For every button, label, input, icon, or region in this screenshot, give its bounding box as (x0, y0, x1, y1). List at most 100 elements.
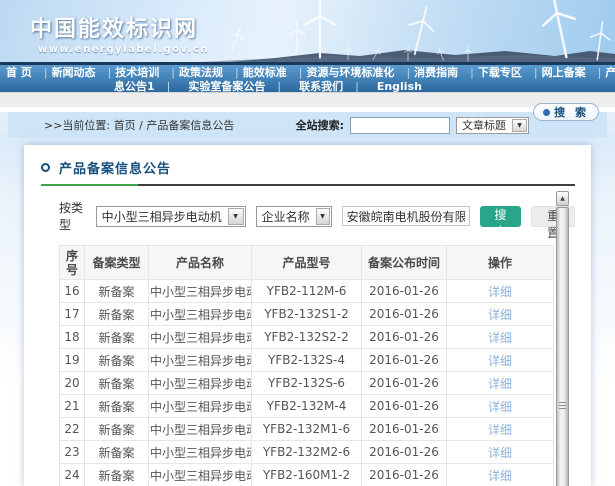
filter-bar: 按类型 中小型三相异步电动机 ▼ 企业名称 ▼ 搜索 重置 (59, 199, 575, 233)
detail-link[interactable]: 详细 (488, 423, 512, 437)
table-row: 22 新备案 中小型三相异步电动机 YFB2-132M1-6 2016-01-2… (60, 418, 554, 441)
nav-link[interactable]: 资源与环境标准化 (304, 66, 412, 80)
vertical-scrollbar[interactable]: ▲ (556, 191, 569, 486)
cell-record-type: 新备案 (85, 349, 149, 372)
column-header: 产品名称 (149, 246, 252, 280)
nav-link[interactable]: 联系我们 (297, 80, 361, 94)
scrollbar-grip-icon (559, 402, 566, 409)
cell-no: 18 (60, 326, 85, 349)
cell-product-name: 中小型三相异步电动机 (149, 280, 252, 303)
detail-link[interactable]: 详细 (488, 308, 512, 322)
filter-search-button[interactable]: 搜索 (480, 206, 522, 227)
cell-action: 详细 (447, 418, 554, 441)
cell-product-model: YFB2-112M-6 (252, 280, 362, 303)
arrow-up-icon: ▲ (560, 195, 565, 202)
column-header: 备案类型 (85, 246, 149, 280)
detail-link[interactable]: 详细 (488, 331, 512, 345)
cell-action: 详细 (447, 326, 554, 349)
dot-icon (543, 109, 550, 116)
table-row: 21 新备案 中小型三相异步电动机 YFB2-132M-4 2016-01-26… (60, 395, 554, 418)
nav-link[interactable]: 能效标准 (241, 66, 305, 80)
section-divider (41, 184, 575, 186)
records-table: 序号备案类型产品名称产品型号备案公布时间操作 16 新备案 中小型三相异步电动机… (59, 245, 554, 486)
nav-link[interactable]: 下载专区 (476, 66, 540, 80)
column-header: 操作 (447, 246, 554, 280)
column-header: 产品型号 (252, 246, 362, 280)
nav-link[interactable]: 产品备案信 (603, 66, 615, 80)
product-type-value: 中小型三相异步电动机 (97, 208, 227, 225)
detail-link[interactable]: 详细 (488, 400, 512, 414)
site-url: www.energylabel.gov.cn (38, 44, 209, 55)
cell-product-model: YFB2-132S2-2 (252, 326, 362, 349)
cell-product-name: 中小型三相异步电动机 (149, 349, 252, 372)
site-logo: 中国能效标识网 www.energylabel.gov.cn (30, 11, 209, 55)
nav-row-1: 首 页新闻动态技术培训政策法规能效标准资源与环境标准化消费指南下载专区网上备案产… (0, 66, 615, 80)
nav-link[interactable]: 实验室备案公告 (186, 80, 283, 94)
cell-action: 详细 (447, 395, 554, 418)
global-search: 全站搜索: 文章标题 ▼ (296, 117, 529, 134)
nav-link[interactable]: 技术培训 (113, 66, 177, 80)
cell-action: 详细 (447, 303, 554, 326)
cell-record-type: 新备案 (85, 372, 149, 395)
search-field-select[interactable]: 文章标题 ▼ (456, 117, 529, 134)
column-header: 备案公布时间 (362, 246, 447, 280)
nav-link[interactable]: English (375, 80, 424, 94)
cell-no: 24 (60, 464, 85, 486)
company-name-input[interactable] (342, 206, 470, 226)
global-search-label: 全站搜索: (296, 117, 344, 133)
detail-link[interactable]: 详细 (488, 285, 512, 299)
cell-no: 23 (60, 441, 85, 464)
cell-record-type: 新备案 (85, 395, 149, 418)
nav-link[interactable]: 网上备案 (540, 66, 604, 80)
table-row: 19 新备案 中小型三相异步电动机 YFB2-132S-4 2016-01-26… (60, 349, 554, 372)
table-row: 24 新备案 中小型三相异步电动机 YFB2-160M1-2 2016-01-2… (60, 464, 554, 486)
detail-link[interactable]: 详细 (488, 446, 512, 460)
cell-no: 16 (60, 280, 85, 303)
cell-product-model: YFB2-132M-4 (252, 395, 362, 418)
cell-publish-date: 2016-01-26 (362, 395, 447, 418)
type-filter-label: 按类型 (59, 199, 86, 233)
table-body: 16 新备案 中小型三相异步电动机 YFB2-112M-6 2016-01-26… (60, 280, 554, 486)
nav-link[interactable]: 政策法规 (177, 66, 241, 80)
cell-product-name: 中小型三相异步电动机 (149, 464, 252, 486)
search-field-value: 文章标题 (457, 117, 511, 133)
detail-link[interactable]: 详细 (488, 469, 512, 483)
detail-link[interactable]: 详细 (488, 377, 512, 391)
cell-no: 22 (60, 418, 85, 441)
chevron-down-icon: ▼ (512, 119, 527, 132)
cell-no: 17 (60, 303, 85, 326)
scrollbar-thumb[interactable] (556, 207, 569, 486)
section-header: 产品备案信息公告 (24, 145, 591, 177)
breadcrumb: >>当前位置: 首页 / 产品备案信息公告 (44, 117, 234, 133)
nav-link[interactable]: 首 页 (4, 66, 50, 80)
cell-no: 19 (60, 349, 85, 372)
cell-action: 详细 (447, 464, 554, 486)
company-field-select[interactable]: 企业名称 ▼ (256, 206, 332, 227)
detail-link[interactable]: 详细 (488, 354, 512, 368)
global-search-input[interactable] (350, 117, 450, 134)
cell-product-name: 中小型三相异步电动机 (149, 372, 252, 395)
main-nav: 首 页新闻动态技术培训政策法规能效标准资源与环境标准化消费指南下载专区网上备案产… (0, 62, 615, 92)
cell-product-model: YFB2-160M1-2 (252, 464, 362, 486)
table-row: 16 新备案 中小型三相异步电动机 YFB2-112M-6 2016-01-26… (60, 280, 554, 303)
global-search-button[interactable]: 搜 索 (533, 103, 599, 121)
nav-link[interactable]: 消费指南 (412, 66, 476, 80)
cell-record-type: 新备案 (85, 326, 149, 349)
cell-product-model: YFB2-132S-4 (252, 349, 362, 372)
product-type-select[interactable]: 中小型三相异步电动机 ▼ (96, 206, 246, 227)
cell-record-type: 新备案 (85, 464, 149, 486)
circle-bullet-icon (41, 163, 50, 172)
cell-publish-date: 2016-01-26 (362, 303, 447, 326)
nav-link[interactable]: 息公告1 (112, 80, 172, 94)
breadcrumb-bar: >>当前位置: 首页 / 产品备案信息公告 全站搜索: 文章标题 ▼ 搜 索 (8, 112, 607, 138)
cell-record-type: 新备案 (85, 303, 149, 326)
column-header: 序号 (60, 246, 85, 280)
cell-action: 详细 (447, 372, 554, 395)
nav-link[interactable]: 新闻动态 (50, 66, 114, 80)
cell-no: 20 (60, 372, 85, 395)
site-name: 中国能效标识网 (30, 11, 209, 43)
cell-record-type: 新备案 (85, 280, 149, 303)
scroll-up-button[interactable]: ▲ (556, 191, 569, 206)
content-panel: 产品备案信息公告 按类型 中小型三相异步电动机 ▼ 企业名称 ▼ 搜索 重置 (24, 145, 591, 486)
table-row: 20 新备案 中小型三相异步电动机 YFB2-132S-6 2016-01-26… (60, 372, 554, 395)
